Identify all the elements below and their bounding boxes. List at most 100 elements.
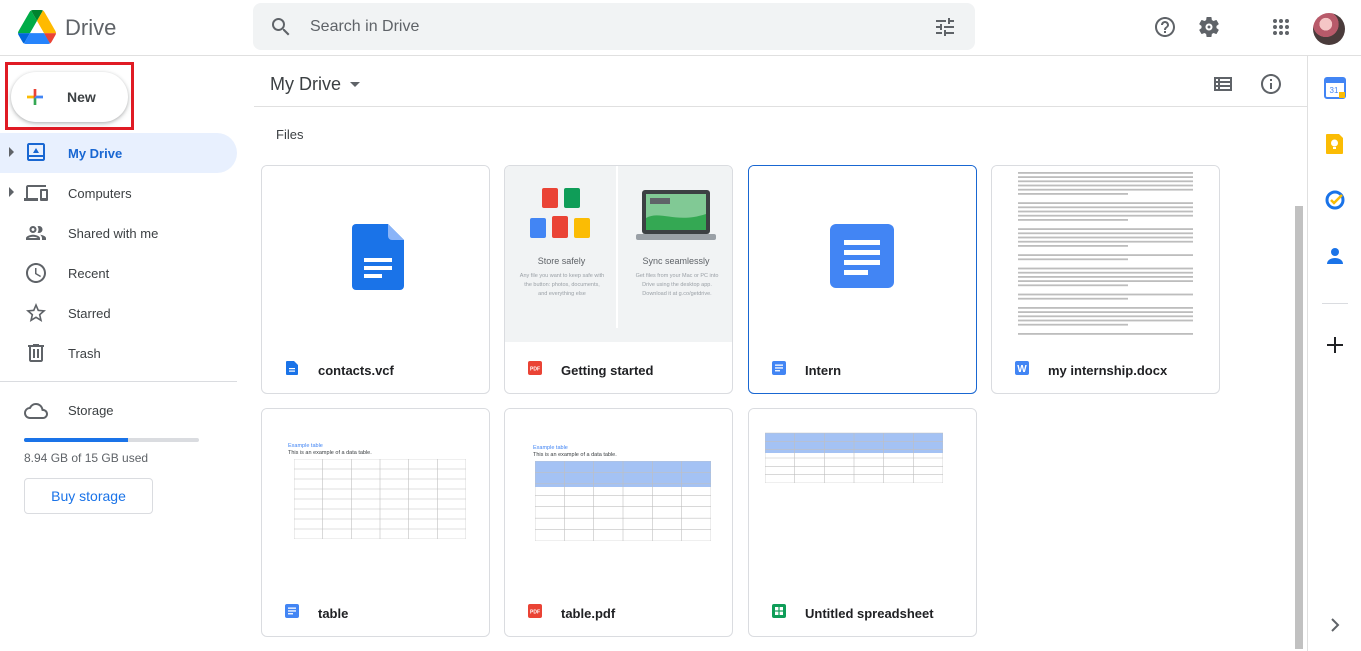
- calendar-icon[interactable]: 31: [1324, 77, 1346, 99]
- file-card-intern[interactable]: Intern: [748, 165, 977, 394]
- sidebar-divider: [0, 381, 237, 382]
- file-thumbnail: [262, 166, 489, 342]
- text-line: [1018, 193, 1128, 195]
- sheet-preview: [765, 432, 943, 483]
- search-options-icon[interactable]: [933, 15, 957, 39]
- file-name: my internship.docx: [1048, 363, 1168, 378]
- sidebar-item-computers[interactable]: Computers: [0, 173, 237, 213]
- text-line: [1018, 307, 1193, 309]
- drive-logo-icon[interactable]: [18, 10, 56, 44]
- pdf-type-icon: PDF: [528, 604, 542, 618]
- star-icon: [26, 303, 46, 322]
- store-safely-panel: Store safely Any file you want to keep s…: [505, 166, 618, 328]
- file-card-table[interactable]: Example table This is an example of a da…: [261, 408, 490, 637]
- text-line: [1018, 254, 1193, 256]
- text-line: [1018, 202, 1193, 204]
- text-line: [1018, 319, 1193, 322]
- sidebar-item-label: Trash: [68, 346, 101, 361]
- cloud-icon: [24, 403, 48, 419]
- expand-arrow-icon[interactable]: [9, 187, 14, 197]
- text-line: [1018, 267, 1193, 270]
- text-line: [1018, 184, 1193, 187]
- add-icon[interactable]: [1324, 334, 1346, 356]
- text-line: [1018, 284, 1128, 287]
- sidebar-item-label: Shared with me: [68, 226, 159, 241]
- text-line: [1018, 271, 1193, 274]
- pdf-type-icon: PDF: [528, 361, 542, 375]
- chevron-down-icon[interactable]: [350, 82, 360, 87]
- page-title[interactable]: My Drive: [270, 74, 341, 95]
- header-divider: [254, 106, 1307, 107]
- table-preview: [294, 459, 466, 539]
- table-thumb-caption: This is an example of a data table.: [288, 450, 372, 456]
- file-card-untitled-spreadsheet[interactable]: Untitled spreadsheet: [748, 408, 977, 637]
- expand-panel-chevron-icon[interactable]: [1324, 614, 1346, 636]
- contacts-icon[interactable]: [1324, 245, 1346, 267]
- new-button[interactable]: New: [11, 72, 128, 122]
- text-line: [1018, 214, 1193, 217]
- text-line: [1018, 210, 1193, 213]
- top-bar: Drive: [0, 0, 1361, 56]
- storage-progress-fill: [24, 438, 129, 442]
- storage-label[interactable]: Storage: [68, 403, 114, 418]
- sidebar-item-starred[interactable]: Starred: [0, 293, 237, 333]
- sidebar-item-label: My Drive: [68, 146, 123, 161]
- sheet-type-icon: [772, 604, 786, 618]
- search-icon[interactable]: [269, 15, 293, 39]
- help-icon[interactable]: [1153, 15, 1177, 39]
- file-card-getting-started[interactable]: Store safely Any file you want to keep s…: [504, 165, 733, 394]
- keep-icon[interactable]: [1324, 133, 1346, 155]
- text-line: [1018, 297, 1128, 300]
- app-name: Drive: [65, 15, 117, 40]
- text-line: [1018, 323, 1128, 326]
- sync-panel: Sync seamlessly Get files from your Mac …: [620, 166, 732, 328]
- file-name: table: [318, 606, 349, 621]
- text-line: [1018, 228, 1193, 230]
- file-card-contacts[interactable]: contacts.vcf: [261, 165, 490, 394]
- google-doc-icon: [830, 224, 894, 288]
- text-line: [1018, 333, 1193, 335]
- gdoc-type-icon: [772, 361, 786, 375]
- sidebar-item-label: Starred: [68, 306, 111, 321]
- svg-text:PDF: PDF: [530, 610, 540, 616]
- file-card-my-internship[interactable]: W my internship.docx: [991, 165, 1220, 394]
- plus-icon: [27, 89, 43, 105]
- side-panel-divider: [1307, 56, 1308, 651]
- file-thumbnail: [749, 166, 976, 342]
- settings-gear-icon[interactable]: [1197, 15, 1221, 39]
- new-button-label: New: [67, 89, 96, 105]
- sidebar-item-trash[interactable]: Trash: [0, 333, 237, 373]
- text-line: [1018, 172, 1193, 174]
- list-view-icon[interactable]: [1211, 72, 1235, 96]
- files-section-label: Files: [276, 127, 304, 142]
- file-name: Intern: [805, 363, 842, 378]
- expand-arrow-icon[interactable]: [9, 147, 14, 157]
- calendar-day: 31: [1330, 86, 1339, 95]
- file-name: contacts.vcf: [318, 363, 394, 378]
- file-name: Getting started: [561, 363, 654, 378]
- file-thumbnail: Store safely Any file you want to keep s…: [505, 166, 732, 342]
- tasks-icon[interactable]: [1324, 189, 1346, 211]
- text-line: [1018, 276, 1193, 278]
- file-card-table-pdf[interactable]: Example table This is an example of a da…: [504, 408, 733, 637]
- scrollbar[interactable]: [1295, 206, 1303, 649]
- apps-grid-icon[interactable]: [1269, 15, 1293, 39]
- table-thumb-heading: Example table: [533, 445, 568, 451]
- store-safely-text: Any file you want to keep safe with the …: [519, 273, 605, 297]
- account-avatar[interactable]: [1313, 13, 1345, 45]
- gdoc-type-icon: [285, 604, 299, 618]
- sidebar-item-shared-with-me[interactable]: Shared with me: [0, 213, 237, 253]
- word-type-icon: W: [1015, 361, 1029, 375]
- sidebar-item-my-drive[interactable]: My Drive: [0, 133, 237, 173]
- text-line: [1018, 280, 1193, 282]
- my-drive-icon: [27, 143, 45, 161]
- shared-icon: [26, 226, 46, 240]
- sidebar-item-recent[interactable]: Recent: [0, 253, 237, 293]
- computers-icon: [24, 185, 48, 201]
- svg-text:W: W: [1017, 364, 1027, 375]
- info-icon[interactable]: [1259, 72, 1283, 96]
- text-page-preview: [1018, 172, 1193, 335]
- buy-storage-button[interactable]: Buy storage: [24, 478, 153, 514]
- side-panel-separator: [1322, 303, 1348, 304]
- search-input[interactable]: [310, 13, 910, 41]
